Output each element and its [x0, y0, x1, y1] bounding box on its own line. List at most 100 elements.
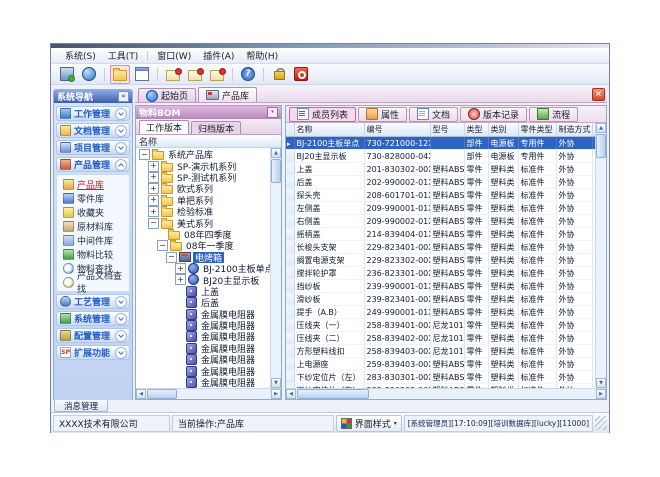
tree-item-16[interactable]: 金属膜电阻器: [136, 320, 270, 331]
table-vertical-scrollbar[interactable]: ▲ ▼: [595, 123, 606, 388]
tree-item-21[interactable]: 金属膜电阻器: [136, 377, 270, 388]
column-header-6[interactable]: 零件类型: [518, 123, 556, 137]
table-row-19[interactable]: 下纱定位片（左）283-830301-00X塑料ABS零件塑料类标准件外协条: [286, 371, 595, 384]
globe-icon[interactable]: [79, 65, 99, 84]
sidebar-group-3[interactable]: 项目管理: [56, 140, 130, 155]
table-row-8[interactable]: 摇柄盖214-839404-01X塑料ABS零件塑料类标准件外协条: [286, 228, 595, 241]
table-row-5[interactable]: 探头壳208-601701-01X塑料ABS零件塑料类标准件外协条: [286, 189, 595, 202]
table-row-7[interactable]: 右侧盖209-990002-01X塑料ABS零件塑料类标准件外协条: [286, 215, 595, 228]
table-row-4[interactable]: 后盖202-990002-01X塑料ABS零件塑料类标准件外协条: [286, 176, 595, 189]
member-tab-2[interactable]: 属性: [358, 107, 407, 122]
scroll-left-icon[interactable]: ◀: [136, 389, 146, 399]
tree-item-4[interactable]: +欧式系列: [136, 183, 270, 194]
table-hscroll-thumb[interactable]: [297, 389, 369, 399]
member-tab-1[interactable]: 成员列表: [289, 107, 356, 122]
chevron-up-icon[interactable]: [115, 159, 127, 171]
sidebar-group-1[interactable]: 工作管理: [56, 106, 130, 121]
bom-tab-1[interactable]: 工作版本: [139, 120, 189, 134]
expander-plus-icon[interactable]: +: [148, 161, 159, 172]
table-row-12[interactable]: 挡纱板239-990001-01X塑料ABS零件塑料类标准件外协条: [286, 280, 595, 293]
scroll-down-icon[interactable]: ▼: [596, 378, 606, 388]
sidebar-item-6[interactable]: 物料比较: [57, 248, 129, 260]
chevron-down-icon[interactable]: [115, 313, 127, 325]
chevron-down-icon[interactable]: [115, 108, 127, 120]
column-header-3[interactable]: 型号: [430, 123, 464, 137]
sidebar-group-6[interactable]: 系统管理: [56, 311, 130, 326]
exit-icon[interactable]: [291, 65, 311, 84]
scroll-right-icon[interactable]: ▶: [596, 389, 606, 399]
menu-item-3[interactable]: 窗口(W): [151, 48, 197, 63]
column-header-2[interactable]: 编号: [364, 123, 430, 137]
tree-item-18[interactable]: 金属膜电阻器: [136, 343, 270, 354]
menu-item-2[interactable]: 工具(T): [102, 48, 145, 63]
table-row-18[interactable]: 上电源座259-839403-00X塑料ABS零件塑料类标准件外协条: [286, 358, 595, 371]
table-row-9[interactable]: 长梭头支架229-823401-00X塑料ABS零件塑料类标准件外协条: [286, 241, 595, 254]
chevron-down-icon[interactable]: [115, 347, 127, 359]
menu-item-5[interactable]: 帮助(H): [240, 48, 284, 63]
chevron-down-icon[interactable]: [115, 296, 127, 308]
table-row-11[interactable]: 搅拌轮护罩236-823301-00X塑料ABS零件塑料类标准件外协条: [286, 267, 595, 280]
tree-scroll-thumb[interactable]: [271, 159, 281, 183]
table-horizontal-scrollbar[interactable]: ◀ ▶: [286, 388, 606, 399]
tree-item-19[interactable]: 金属膜电阻器: [136, 354, 270, 365]
member-tab-5[interactable]: 流程: [529, 107, 578, 122]
chevron-down-icon[interactable]: [115, 125, 127, 137]
message-manager-tab[interactable]: 消息管理: [54, 400, 108, 412]
expander-minus-icon[interactable]: −: [148, 218, 159, 229]
message-send-icon[interactable]: [207, 65, 227, 84]
tree-item-9[interactable]: −08年一季度: [136, 240, 270, 251]
monitor-icon[interactable]: [57, 65, 77, 84]
member-tab-4[interactable]: 版本记录: [460, 107, 527, 122]
tree-item-17[interactable]: 金属膜电阻器: [136, 331, 270, 342]
table-scroll-thumb[interactable]: [596, 134, 606, 158]
sidebar-item-8[interactable]: 产品文档查找: [57, 276, 129, 288]
message-open-icon[interactable]: [185, 65, 205, 84]
lock-icon[interactable]: [269, 65, 289, 84]
table-row-2[interactable]: BJ20主显示板730-828000-04X部件电源板专用件外协颗: [286, 150, 595, 163]
window-list-icon[interactable]: [132, 65, 152, 84]
expander-plus-icon[interactable]: +: [148, 183, 159, 194]
tree-item-7[interactable]: −美式系列: [136, 217, 270, 228]
table-row-17[interactable]: 方形塑料线扣258-839403-00X尼龙1010零件塑料类标准件外协条: [286, 345, 595, 358]
tree-item-2[interactable]: +SP-演示机系列: [136, 160, 270, 171]
sidebar-item-3[interactable]: 收藏夹: [57, 206, 129, 218]
tree-item-5[interactable]: +单把系列: [136, 195, 270, 206]
menu-item-1[interactable]: 系统(S): [59, 48, 102, 63]
table-row-14[interactable]: 提手（A.B）249-990001-01X塑料ABS零件塑料类标准件外协条: [286, 306, 595, 319]
tree-item-12[interactable]: +BJ20主显示板: [136, 274, 270, 285]
message-new-icon[interactable]: [163, 65, 183, 84]
scroll-up-icon[interactable]: ▲: [271, 148, 281, 158]
sidebar-item-1[interactable]: 产品库: [57, 178, 129, 190]
scroll-left-icon[interactable]: ◀: [286, 389, 296, 399]
bom-tab-2[interactable]: 归档版本: [191, 121, 241, 134]
scroll-right-icon[interactable]: ▶: [271, 389, 281, 399]
resize-grip[interactable]: [595, 416, 607, 430]
column-header-7[interactable]: 制造方式: [556, 123, 592, 137]
expander-plus-icon[interactable]: +: [148, 206, 159, 217]
chevron-down-icon[interactable]: [115, 330, 127, 342]
scroll-up-icon[interactable]: ▲: [596, 123, 606, 133]
table-row-1[interactable]: BJ-2100主板单点730-721000-12X部件电源板专用件外协颗: [286, 137, 595, 150]
folder-icon[interactable]: [110, 65, 130, 84]
tree-hscroll-thumb[interactable]: [147, 389, 177, 399]
expander-plus-icon[interactable]: +: [148, 195, 159, 206]
tree-item-11[interactable]: +BJ-2100主板单点: [136, 263, 270, 274]
tree-item-3[interactable]: +SP-测试机系列: [136, 172, 270, 183]
sidebar-group-8[interactable]: 扩展功能: [56, 345, 130, 360]
tree-column-header[interactable]: 名称: [136, 135, 281, 148]
collapse-left-icon[interactable]: «: [118, 91, 129, 102]
tree-item-20[interactable]: 金属膜电阻器: [136, 365, 270, 376]
doc-tab-2[interactable]: 产品库: [198, 87, 257, 102]
sidebar-group-7[interactable]: 配置管理: [56, 328, 130, 343]
table-row-15[interactable]: 压线夹（一）258-839401-00X尼龙1010零件塑料类标准件外协条: [286, 319, 595, 332]
expander-plus-icon[interactable]: +: [175, 274, 186, 285]
sidebar-group-5[interactable]: 工艺管理: [56, 294, 130, 309]
column-header-1[interactable]: 名称: [294, 123, 364, 137]
tree-item-15[interactable]: 金属膜电阻器: [136, 308, 270, 319]
member-tab-3[interactable]: 文档: [409, 107, 458, 122]
tree-item-6[interactable]: +检验标准: [136, 206, 270, 217]
sidebar-item-2[interactable]: 零件库: [57, 192, 129, 204]
expander-minus-icon[interactable]: −: [139, 149, 150, 160]
expander-minus-icon[interactable]: −: [166, 252, 177, 263]
tree-item-8[interactable]: 08年四季度: [136, 229, 270, 240]
